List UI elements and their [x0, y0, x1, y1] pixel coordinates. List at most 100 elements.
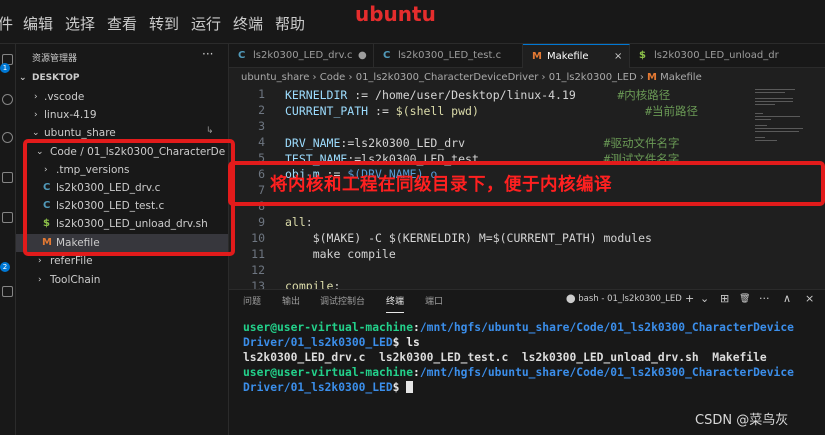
terminal-line: user@user-virtual-machine:/mnt/hgfs/ubun… [243, 321, 794, 334]
split-terminal-icon[interactable]: ⊞ [720, 292, 729, 305]
terminal-cursor [406, 381, 414, 393]
minimap-line [755, 128, 803, 129]
terminal-name: bash - 01_ls2k0300_LED [578, 294, 682, 304]
minimap-line [755, 131, 799, 132]
breadcrumb-item[interactable]: 01_ls2k0300_LED [549, 72, 637, 83]
shell-file-icon: $ [639, 50, 646, 61]
c-file-icon: C [383, 50, 391, 61]
breadcrumb-item[interactable]: 01_ls2k0300_CharacterDeviceDriver [356, 72, 539, 83]
workspace-section[interactable]: ⌄ DESKTOP [16, 69, 228, 87]
annotation-text: 将内核和工程在同级目录下，便于内核编译 [270, 175, 612, 195]
close-panel-icon[interactable]: × [805, 292, 814, 305]
chevron-right-icon: › [34, 92, 38, 102]
tab-debug-console[interactable]: 调试控制台 [320, 294, 365, 307]
tab-label: ls2k0300_LED_drv.c [253, 50, 353, 61]
tab-label: Makefile [547, 51, 589, 62]
terminal-line: ls2k0300_LED_drv.c ls2k0300_LED_test.c l… [243, 351, 767, 364]
close-tab-icon[interactable]: × [614, 45, 622, 68]
tree-item-label: .vscode [44, 91, 85, 103]
tab-ports[interactable]: 端口 [425, 294, 443, 307]
unsaved-dot-icon[interactable]: ● [358, 44, 367, 67]
minimap-line [755, 113, 763, 114]
more-actions-icon[interactable]: ··· [202, 47, 213, 61]
remote-icon[interactable] [2, 286, 13, 297]
tree-item-toolchain[interactable]: › ToolChain [16, 271, 228, 289]
ubuntu-annotation: ubuntu [355, 2, 436, 26]
tree-item-vscode[interactable]: › .vscode [16, 88, 228, 106]
search-icon[interactable] [2, 94, 13, 105]
tab-bar: C ls2k0300_LED_drv.c ● C ls2k0300_LED_te… [229, 44, 825, 68]
line-number: 2 [258, 103, 265, 117]
terminal-icon: ⬤ [566, 294, 579, 304]
add-terminal-icon[interactable]: + [685, 292, 694, 305]
minimap-line [755, 89, 795, 90]
breadcrumb-separator: › [312, 72, 320, 83]
tab-test-c[interactable]: C ls2k0300_LED_test.c [374, 44, 523, 68]
link-icon: ↳ [206, 126, 214, 136]
minimap[interactable] [755, 87, 815, 157]
terminal-selector[interactable]: ⬤ bash - 01_ls2k0300_LED [566, 294, 682, 304]
source-control-icon[interactable] [2, 132, 13, 143]
line-number: 3 [258, 119, 265, 133]
tab-label: ls2k0300_LED_test.c [398, 50, 502, 61]
chevron-down-icon: ⌄ [19, 73, 27, 83]
tab-problems[interactable]: 问题 [243, 294, 261, 307]
tree-item-label: ToolChain [50, 274, 101, 286]
highlight-box-project [23, 139, 235, 256]
breadcrumb-separator: › [639, 72, 648, 83]
run-debug-icon[interactable] [2, 172, 13, 183]
code-line: DRV_NAME:=ls2k0300_LED_drv #驱动文件名字 [285, 136, 680, 150]
line-number: 1 [258, 87, 265, 101]
extensions-icon[interactable] [2, 212, 13, 223]
tab-makefile[interactable]: M Makefile × [523, 44, 630, 68]
menu-help[interactable]: 帮助 [275, 13, 305, 34]
tab-output[interactable]: 输出 [282, 294, 300, 307]
menu-view[interactable]: 查看 [107, 13, 137, 34]
explorer-badge: 1 [0, 63, 10, 73]
tab-unload-sh[interactable]: $ ls2k0300_LED_unload_dr [630, 44, 825, 68]
menu-go[interactable]: 转到 [149, 13, 179, 34]
menu-selection[interactable]: 选择 [65, 13, 95, 34]
minimap-line [755, 92, 785, 93]
menu-run[interactable]: 运行 [191, 13, 221, 34]
extensions-badge: 2 [0, 262, 10, 272]
breadcrumb-separator: › [348, 72, 356, 83]
minimap-line [755, 125, 767, 126]
code-line: make compile [285, 247, 396, 261]
tree-item-label: linux-4.19 [44, 109, 97, 121]
menu-edit[interactable]: 编辑 [23, 13, 53, 34]
minimap-line [755, 98, 793, 99]
minimap-line [755, 137, 765, 138]
breadcrumb-item[interactable]: Code [320, 72, 346, 83]
chevron-down-icon[interactable]: ⌄ [700, 292, 709, 305]
code-line: CURRENT_PATH := $(shell pwd) #当前路径 [285, 104, 698, 118]
menu-file[interactable]: 件 [0, 13, 13, 34]
terminal-output[interactable]: user@user-virtual-machine:/mnt/hgfs/ubun… [243, 320, 823, 395]
tree-item-linux[interactable]: › linux-4.19 [16, 106, 228, 124]
terminal-line: Driver/01_ls2k0300_LED$ ls [243, 336, 420, 349]
activity-bar: 1 2 [0, 44, 16, 435]
makefile-icon: M [647, 72, 657, 83]
section-label: DESKTOP [32, 73, 80, 83]
minimap-line [755, 116, 800, 117]
line-number: 13 [251, 279, 265, 289]
tab-drv-c[interactable]: C ls2k0300_LED_drv.c ● [229, 44, 374, 68]
chevron-right-icon: › [34, 110, 38, 120]
maximize-panel-icon[interactable]: ∧ [783, 292, 791, 305]
more-actions-icon[interactable]: ··· [759, 292, 770, 305]
c-file-icon: C [238, 50, 246, 61]
line-number: 12 [251, 263, 265, 277]
menu-bar: 件 编辑 选择 查看 转到 运行 终端 帮助 ubuntu [0, 0, 825, 44]
chevron-right-icon: › [38, 275, 42, 285]
code-line: all: [285, 215, 313, 229]
watermark: CSDN @菜鸟灰 [695, 413, 789, 428]
trash-icon[interactable]: 🗑 [739, 294, 750, 304]
breadcrumb: ubuntu_share › Code › 01_ls2k0300_Charac… [241, 72, 702, 83]
minimap-line [755, 101, 793, 102]
breadcrumb-separator: › [541, 72, 549, 83]
breadcrumb-item[interactable]: ubuntu_share [241, 72, 309, 83]
breadcrumb-item[interactable]: Makefile [660, 72, 702, 83]
menu-terminal[interactable]: 终端 [233, 13, 263, 34]
explorer-title: 资源管理器 [32, 54, 78, 64]
tab-terminal[interactable]: 终端 [386, 294, 405, 313]
